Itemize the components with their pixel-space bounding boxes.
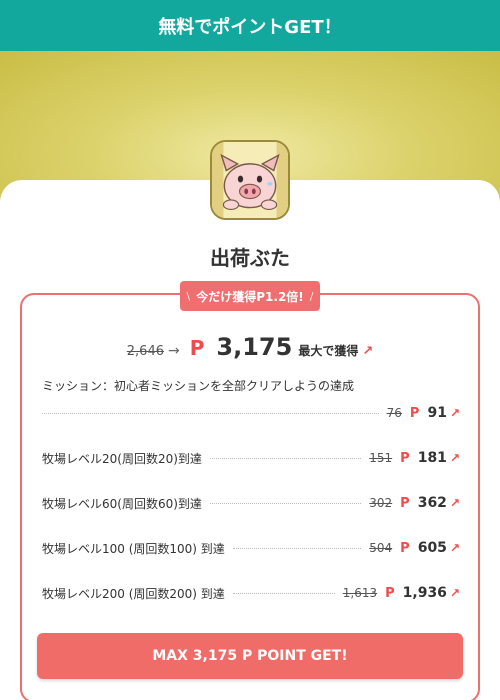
point-symbol: P xyxy=(400,450,410,466)
up-arrow-icon: ↗ xyxy=(449,451,460,465)
reward-points: 91 xyxy=(427,405,447,421)
reward-old-points: 504 xyxy=(369,541,393,555)
up-arrow-icon: ↗ xyxy=(449,586,460,600)
reward-row: 牧場レベル60(周回数60)到達 302 P 362 ↗ xyxy=(42,493,460,513)
point-symbol: P xyxy=(400,495,410,511)
point-symbol: P xyxy=(189,336,205,360)
total-value: 3,175 xyxy=(216,333,293,361)
badge-slash-right: / xyxy=(309,289,314,303)
reward-label: 牧場レベル200 (周回数200) 到達 xyxy=(42,586,225,601)
cta-label: MAX 3,175 P POINT GET! xyxy=(152,648,348,664)
dotted-leader xyxy=(209,457,362,459)
old-total: 2,646 xyxy=(126,344,164,359)
promo-badge: \ 今だけ獲得P1.2倍! / xyxy=(180,281,320,311)
reward-old-points: 151 xyxy=(369,451,393,465)
reward-points: 1,936 xyxy=(402,585,447,601)
app-title: 出荷ぶた xyxy=(210,246,290,270)
pig-icon xyxy=(212,142,288,218)
reward-old-points: 76 xyxy=(386,406,402,420)
total-points: 2,646 → P 3,175 最大で獲得 ↗ xyxy=(0,333,500,365)
reward-label: 牧場レベル20(周回数20)到達 xyxy=(42,451,202,466)
reward-label: 牧場レベル100 (周回数100) 到達 xyxy=(42,541,225,556)
dotted-leader xyxy=(232,547,362,549)
reward-row: 牧場レベル20(周回数20)到達 151 P 181 ↗ xyxy=(42,448,460,468)
up-arrow-icon: ↗ xyxy=(449,496,460,510)
arrow-right-icon: → xyxy=(167,343,180,359)
max-label: 最大で獲得 xyxy=(298,344,359,358)
mission-title: ミッション：初心者ミッションを全部クリアしようの達成 xyxy=(42,379,355,393)
reward-points: 181 xyxy=(417,450,447,466)
dotted-leader xyxy=(42,412,379,414)
reward-old-points: 1,613 xyxy=(342,586,378,600)
badge-slash-left: \ xyxy=(186,289,191,303)
up-arrow-icon: ↗ xyxy=(362,344,374,359)
reward-row: 76 P 91 ↗ xyxy=(42,403,460,423)
page-header: 無料でポイントGET！ xyxy=(0,0,500,51)
point-symbol: P xyxy=(400,540,410,556)
dotted-leader xyxy=(209,502,362,504)
badge-text: 今だけ獲得P1.2倍! xyxy=(196,289,304,304)
reward-label: 牧場レベル60(周回数60)到達 xyxy=(42,496,202,511)
point-symbol: P xyxy=(385,585,395,601)
reward-row: 牧場レベル100 (周回数100) 到達 504 P 605 ↗ xyxy=(42,538,460,558)
reward-points: 605 xyxy=(417,540,447,556)
dotted-leader xyxy=(232,592,335,594)
reward-points: 362 xyxy=(417,495,447,511)
up-arrow-icon: ↗ xyxy=(449,406,460,420)
max-point-get-button[interactable]: MAX 3,175 P POINT GET! xyxy=(37,633,463,679)
pig-app-icon[interactable] xyxy=(210,140,290,220)
reward-old-points: 302 xyxy=(369,496,393,510)
reward-row: 牧場レベル200 (周回数200) 到達 1,613 P 1,936 ↗ xyxy=(42,583,460,603)
up-arrow-icon: ↗ xyxy=(449,541,460,555)
point-symbol: P xyxy=(409,405,420,421)
header-title: 無料でポイントGET！ xyxy=(158,16,342,38)
